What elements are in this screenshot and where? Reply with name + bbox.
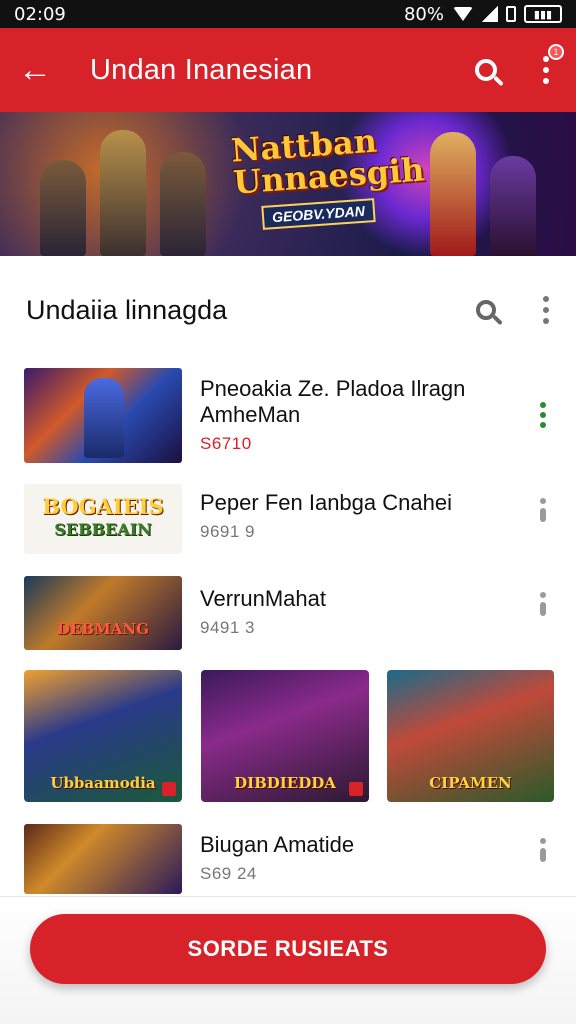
list-item-menu-icon[interactable]: [530, 498, 556, 522]
section-title: Undaiia linnagda: [26, 294, 228, 325]
overflow-menu-button[interactable]: 1: [516, 28, 576, 112]
signal-icon: [482, 6, 498, 22]
list-item-price: S69 24: [200, 864, 257, 883]
grid-thumbnail-label: DIBDIEDDA: [234, 774, 336, 792]
grid-thumbnail[interactable]: CIPAMEN: [387, 670, 554, 802]
list-item-title[interactable]: Biugan Amatide: [200, 832, 354, 858]
item-thumbnail[interactable]: [24, 824, 182, 894]
list-item-title[interactable]: Peper Fen Ianbga Cnahei: [200, 490, 452, 516]
list-item-price: 9491 3: [200, 618, 255, 637]
banner-character: [490, 156, 536, 256]
thumbnail-badge-icon: [162, 782, 176, 796]
list-item-title[interactable]: Pneoakia Ze. Pladoa Ilragn AmheMan: [200, 376, 465, 428]
section-search-button[interactable]: [456, 280, 516, 340]
search-icon: [476, 300, 496, 320]
banner-title: Nattban Unnaesgih: [230, 121, 426, 202]
wifi-icon: [452, 6, 474, 22]
list-item-price: S6710: [200, 434, 252, 453]
thumbnail-logo-text: BOGAIEIS: [42, 494, 164, 519]
battery-icon: ▮▮▮: [524, 5, 562, 23]
thumbnail-logo-text: SEBBEAIN: [54, 520, 152, 539]
status-icons: 80% ▮▮▮: [404, 4, 562, 25]
list-item-menu-icon[interactable]: [530, 838, 556, 862]
section-header: Undaiia linnagda: [0, 280, 576, 340]
search-icon: [475, 59, 497, 81]
grid-thumbnail-label: CIPAMEN: [429, 774, 512, 792]
banner-character: [40, 160, 86, 256]
banner-character: [160, 152, 206, 256]
more-vert-icon: [543, 296, 549, 324]
list-item-menu-icon[interactable]: [530, 592, 556, 616]
list-item-title-line: AmheMan: [200, 402, 301, 427]
list-item-menu-icon[interactable]: [530, 402, 556, 428]
item-thumbnail[interactable]: BOGAIEIS SEBBEAIN: [24, 484, 182, 554]
list-item-title-line: Pneoakia Ze. Pladoa Ilragn: [200, 376, 466, 401]
notification-badge: 1: [548, 44, 564, 60]
list-item-title[interactable]: VerrunMahat: [200, 586, 326, 612]
grid-thumbnail[interactable]: Ubbaamodia: [24, 670, 182, 802]
grid-thumbnail[interactable]: DIBDIEDDA: [201, 670, 369, 802]
app-title: Undan Inanesian: [90, 53, 313, 86]
banner-character: [430, 132, 476, 256]
section-menu-button[interactable]: [516, 280, 576, 340]
list-item-price: 9691 9: [200, 522, 255, 541]
item-thumbnail[interactable]: [24, 368, 182, 463]
thumbnail-character: [84, 378, 124, 458]
item-thumbnail[interactable]: DEBMANG: [24, 576, 182, 650]
more-vert-icon: [543, 56, 549, 84]
thumbnail-logo-text: DEBMANG: [57, 620, 149, 638]
banner-character: [100, 130, 146, 256]
sim-icon: [506, 6, 516, 22]
status-bar: 02:09 80% ▮▮▮: [0, 0, 576, 28]
thumbnail-badge-icon: [349, 782, 363, 796]
status-time: 02:09: [14, 3, 66, 25]
app-bar: ← Undan Inanesian 1: [0, 28, 576, 112]
grid-thumbnail-label: Ubbaamodia: [50, 774, 156, 792]
primary-action-button[interactable]: SORDE RUSIEATS: [30, 914, 546, 984]
hero-banner[interactable]: Nattban Unnaesgih GEOBV.YDAN: [0, 112, 576, 256]
back-arrow-icon[interactable]: ←: [0, 28, 70, 112]
battery-percent: 80%: [403, 3, 444, 25]
search-button[interactable]: [456, 28, 516, 112]
